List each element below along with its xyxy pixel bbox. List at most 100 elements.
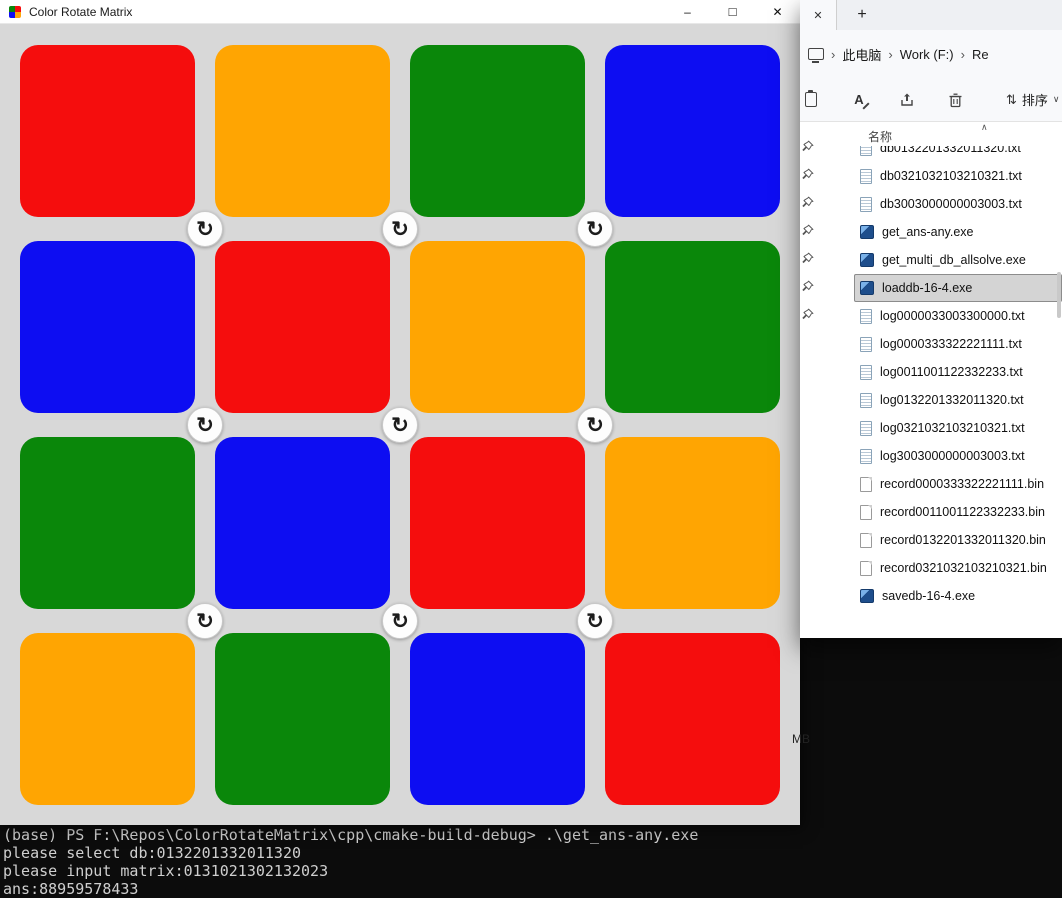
breadcrumb-item[interactable]: 此电脑 <box>842 45 881 64</box>
rename-button[interactable]: A <box>850 90 868 110</box>
pinned-items-column <box>801 140 815 336</box>
breadcrumb-item[interactable]: Re <box>972 47 989 62</box>
orange-tile <box>410 241 585 413</box>
breadcrumb-item[interactable]: Work (F:) <box>900 47 954 62</box>
new-tab-button[interactable]: + <box>850 0 874 30</box>
file-row[interactable]: db0321032103210321.txt <box>854 162 1062 190</box>
blue-tile <box>215 437 390 609</box>
red-tile <box>20 45 195 217</box>
window-title: Color Rotate Matrix <box>29 5 132 19</box>
share-button[interactable] <box>898 90 916 110</box>
rotate-button[interactable]: ↻ <box>187 407 223 443</box>
trash-icon <box>948 92 963 108</box>
window-controls: – □ ✕ <box>665 0 800 23</box>
green-tile <box>215 633 390 805</box>
file-name: log0011001122332233.txt <box>880 365 1023 379</box>
status-size: MB <box>792 732 810 746</box>
terminal-output: (base) PS F:\Repos\ColorRotateMatrix\cpp… <box>3 826 698 898</box>
file-name: db3003000000003003.txt <box>880 197 1022 211</box>
txt-file-icon <box>860 421 872 436</box>
terminal-line: (base) PS F:\Repos\ColorRotateMatrix\cpp… <box>3 826 698 844</box>
file-list-area: 名称 ∧ db0132201332011320.txt db03210321032… <box>800 122 1062 638</box>
file-row[interactable]: get_multi_db_allsolve.exe <box>854 246 1062 274</box>
pin-icon <box>801 168 815 196</box>
bin-file-icon <box>860 533 872 548</box>
titlebar: Color Rotate Matrix – □ ✕ <box>0 0 800 24</box>
minimize-button[interactable]: – <box>665 0 710 23</box>
file-row[interactable]: record0132201332011320.bin <box>854 526 1062 554</box>
maximize-button[interactable]: □ <box>710 0 755 23</box>
file-row[interactable]: record0000333322221111.bin <box>854 470 1062 498</box>
pin-icon <box>801 252 815 280</box>
txt-file-icon <box>860 169 872 184</box>
file-row[interactable]: log3003000000003003.txt <box>854 442 1062 470</box>
file-name: record0000333322221111.bin <box>880 477 1044 491</box>
green-tile <box>605 241 780 413</box>
rename-icon: A <box>854 92 863 107</box>
txt-file-icon <box>860 365 872 380</box>
rotate-button[interactable]: ↻ <box>382 603 418 639</box>
breadcrumb-separator: › <box>831 47 835 62</box>
column-header-name[interactable]: 名称 <box>868 128 892 145</box>
txt-file-icon <box>860 146 872 156</box>
pin-icon <box>801 308 815 336</box>
rotate-button[interactable]: ↻ <box>382 407 418 443</box>
file-name: record0011001122332233.bin <box>880 505 1045 519</box>
file-row[interactable]: loaddb-16-4.exe <box>854 274 1062 302</box>
file-row[interactable]: log0000033003300000.txt <box>854 302 1062 330</box>
bin-file-icon <box>860 477 872 492</box>
rotate-button[interactable]: ↻ <box>577 407 613 443</box>
close-button[interactable]: ✕ <box>755 0 800 23</box>
active-tab[interactable]: ✕ <box>800 0 837 30</box>
exe-file-icon <box>860 225 874 239</box>
file-name: record0132201332011320.bin <box>880 533 1046 547</box>
file-name: get_ans-any.exe <box>882 225 974 239</box>
pin-icon <box>801 224 815 252</box>
computer-icon <box>808 48 824 60</box>
orange-tile <box>605 437 780 609</box>
bin-file-icon <box>860 561 872 576</box>
bin-file-icon <box>860 505 872 520</box>
breadcrumb-separator: › <box>888 47 892 62</box>
file-row[interactable]: log0132201332011320.txt <box>854 386 1062 414</box>
file-row[interactable]: log0011001122332233.txt <box>854 358 1062 386</box>
tab-close-icon[interactable]: ✕ <box>813 9 822 22</box>
file-row[interactable]: db3003000000003003.txt <box>854 190 1062 218</box>
file-name: db0132201332011320.txt <box>880 146 1021 155</box>
txt-file-icon <box>860 449 872 464</box>
file-name: log0000333322221111.txt <box>880 337 1022 351</box>
app-window: Color Rotate Matrix – □ ✕ ↻ ↻ ↻ ↻ ↻ ↻ ↻ ↻ ↻ <box>0 0 800 825</box>
file-row[interactable]: log0321032103210321.txt <box>854 414 1062 442</box>
sort-ascending-icon: ∧ <box>981 122 988 133</box>
file-row[interactable]: db0132201332011320.txt <box>854 146 1062 162</box>
explorer-tabbar: ✕ + <box>800 0 1062 30</box>
rotate-button[interactable]: ↻ <box>187 603 223 639</box>
file-name: log0000033003300000.txt <box>880 309 1025 323</box>
rotate-button[interactable]: ↻ <box>577 211 613 247</box>
red-tile <box>215 241 390 413</box>
rotate-button[interactable]: ↻ <box>382 211 418 247</box>
file-row[interactable]: savedb-16-4.exe <box>854 582 1062 610</box>
file-name: log3003000000003003.txt <box>880 449 1025 463</box>
blue-tile <box>605 45 780 217</box>
paste-button[interactable] <box>802 90 820 110</box>
delete-button[interactable] <box>946 90 964 110</box>
green-tile <box>20 437 195 609</box>
file-row[interactable]: record0321032103210321.bin <box>854 554 1062 582</box>
terminal-line: please select db:0132201332011320 <box>3 844 698 862</box>
tile-grid: ↻ ↻ ↻ ↻ ↻ ↻ ↻ ↻ ↻ <box>20 45 780 805</box>
sort-arrows-icon: ⇅ <box>1006 92 1017 108</box>
txt-file-icon <box>860 337 872 352</box>
rotate-button[interactable]: ↻ <box>187 211 223 247</box>
file-name: loaddb-16-4.exe <box>882 281 972 295</box>
file-row[interactable]: get_ans-any.exe <box>854 218 1062 246</box>
chevron-down-icon: ∨ <box>1053 94 1060 105</box>
rotate-button[interactable]: ↻ <box>577 603 613 639</box>
txt-file-icon <box>860 309 872 324</box>
scrollbar-thumb[interactable] <box>1057 272 1061 318</box>
sort-button[interactable]: ⇅ 排序 ∨ <box>1006 90 1060 109</box>
file-name: log0321032103210321.txt <box>880 421 1025 435</box>
file-row[interactable]: log0000333322221111.txt <box>854 330 1062 358</box>
app-icon <box>9 6 21 18</box>
file-row[interactable]: record0011001122332233.bin <box>854 498 1062 526</box>
